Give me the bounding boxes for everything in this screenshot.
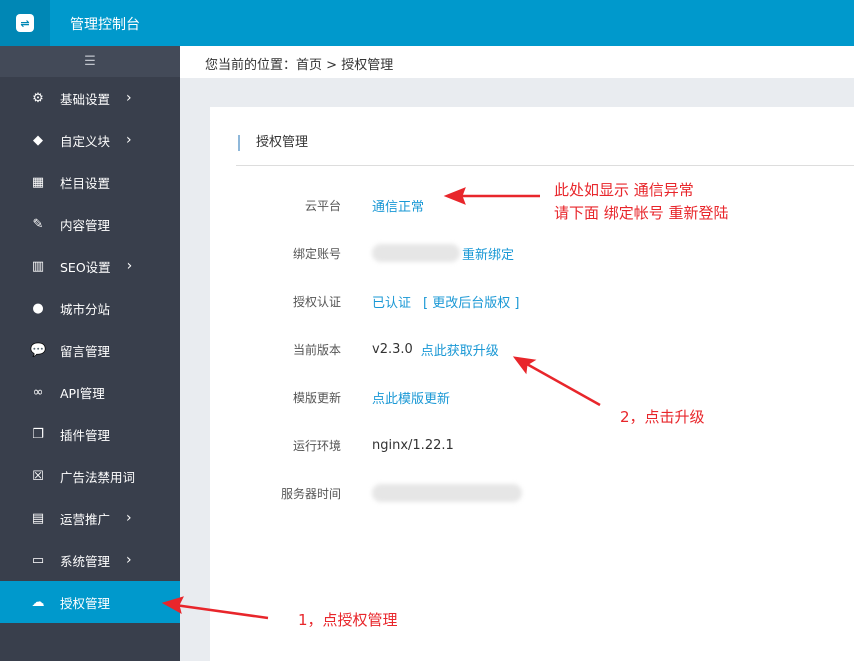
arrow-1-head	[443, 187, 466, 205]
annotation-note-3: 1，点授权管理	[298, 611, 398, 629]
arrow-2-head	[512, 356, 537, 375]
annotation-note-1-line-1: 此处如显示 通信异常	[554, 181, 694, 199]
annotation-note-1-line-2: 请下面 绑定帐号 重新登陆	[554, 204, 729, 222]
arrow-2	[524, 361, 601, 407]
arrow-3	[174, 603, 269, 620]
annotation-arrows	[161, 187, 601, 620]
annotation-note-2: 2，点击升级	[620, 408, 705, 426]
